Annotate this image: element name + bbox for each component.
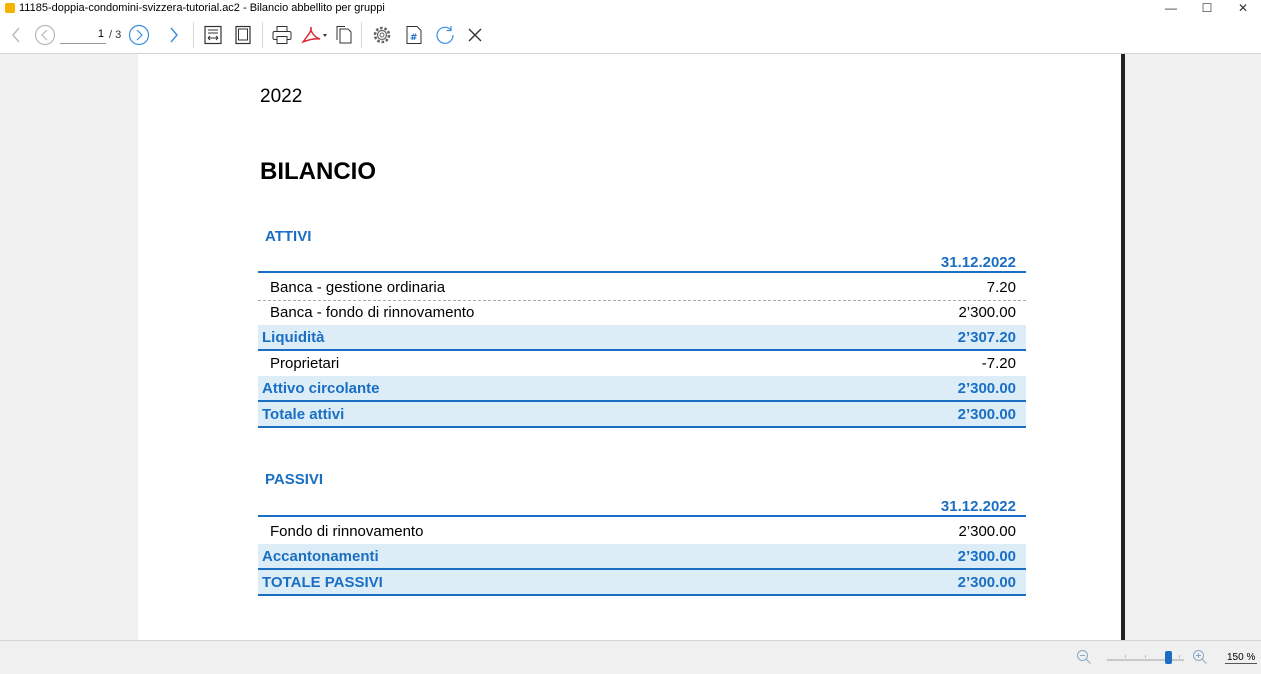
zoom-slider-track[interactable]	[1107, 655, 1184, 661]
title-bar: 11185-doppia-condomini-svizzera-tutorial…	[0, 0, 1261, 16]
row-label: TOTALE PASSIVI	[262, 573, 383, 591]
table-row: Proprietari -7.20	[258, 351, 1026, 377]
row-value: 2’300.00	[957, 405, 1016, 423]
svg-text:#: #	[410, 33, 418, 43]
report-page: 2022 BILANCIO ATTIVI 31.12.2022 Banca - …	[138, 54, 1121, 640]
grand-total-row: Totale attivi 2’300.00	[258, 402, 1026, 428]
close-window-button[interactable]: ✕	[1225, 0, 1261, 16]
table-row: Fondo di rinnovamento 2’300.00	[258, 519, 1026, 545]
toolbar-separator	[361, 21, 363, 48]
refresh-icon[interactable]	[430, 20, 460, 50]
document-viewer[interactable]: 2022 BILANCIO ATTIVI 31.12.2022 Banca - …	[0, 54, 1261, 640]
zoom-tick	[1179, 655, 1180, 658]
forward-icon[interactable]	[159, 20, 189, 50]
app-icon	[5, 3, 15, 13]
toolbar: / 3 #	[0, 16, 1261, 54]
passivi-date-header: 31.12.2022	[258, 497, 1026, 517]
page-number-input[interactable]	[60, 25, 106, 44]
row-value: 2’300.00	[958, 523, 1016, 540]
row-value: -7.20	[981, 355, 1016, 372]
toolbar-separator	[193, 21, 195, 48]
attivi-date-header: 31.12.2022	[258, 253, 1026, 273]
minimize-button[interactable]: —	[1153, 0, 1189, 16]
row-value: 2’300.00	[957, 573, 1016, 591]
zoom-slider-thumb[interactable]	[1165, 651, 1172, 664]
page-number-icon[interactable]: #	[398, 20, 430, 50]
window-title: 11185-doppia-condomini-svizzera-tutorial…	[19, 2, 385, 14]
group-total-row: Liquidità 2’307.20	[258, 325, 1026, 351]
table-row: Banca - gestione ordinaria 7.20	[258, 275, 1026, 301]
row-value: 2’300.00	[957, 379, 1016, 397]
row-value: 2’300.00	[957, 547, 1016, 565]
table-row: Banca - fondo di rinnovamento 2’300.00	[258, 300, 1026, 326]
window-controls: — ☐ ✕	[1153, 0, 1261, 16]
row-label: Accantonamenti	[262, 547, 379, 565]
report-year: 2022	[260, 86, 303, 107]
row-value: 2’300.00	[958, 304, 1016, 321]
back-icon[interactable]	[2, 20, 30, 50]
passivi-heading: PASSIVI	[265, 471, 324, 488]
zoom-in-icon[interactable]	[1192, 649, 1208, 668]
page-total: / 3	[109, 28, 122, 41]
attivi-heading: ATTIVI	[265, 228, 312, 245]
print-icon[interactable]	[267, 20, 297, 50]
row-value: 2’307.20	[957, 328, 1016, 346]
grand-total-row: TOTALE PASSIVI 2’300.00	[258, 570, 1026, 596]
group-total-row: Attivo circolante 2’300.00	[258, 376, 1026, 402]
pdf-export-icon[interactable]	[297, 20, 331, 50]
close-icon[interactable]	[460, 20, 490, 50]
row-label: Proprietari	[270, 355, 340, 372]
zoom-level-field[interactable]: 150 %	[1225, 652, 1258, 664]
row-label: Totale attivi	[262, 405, 345, 423]
row-label: Attivo circolante	[262, 379, 380, 397]
zoom-tick	[1145, 655, 1146, 658]
fit-page-icon[interactable]	[228, 20, 258, 50]
toolbar-separator	[262, 21, 264, 48]
zoom-out-icon[interactable]	[1076, 649, 1092, 668]
next-page-icon[interactable]	[125, 20, 153, 50]
row-label: Banca - fondo di rinnovamento	[270, 304, 475, 321]
previous-page-icon[interactable]	[30, 20, 60, 50]
zoom-tick	[1125, 655, 1126, 658]
settings-icon[interactable]	[366, 20, 398, 50]
copy-icon[interactable]	[331, 20, 357, 50]
row-label: Liquidità	[262, 328, 325, 346]
report-title: BILANCIO	[260, 158, 376, 185]
group-total-row: Accantonamenti 2’300.00	[258, 544, 1026, 570]
row-label: Banca - gestione ordinaria	[270, 279, 446, 296]
row-value: 7.20	[986, 279, 1016, 296]
page-shadow	[1121, 54, 1125, 640]
status-bar: 150 %	[0, 640, 1261, 674]
row-label: Fondo di rinnovamento	[270, 523, 424, 540]
maximize-button[interactable]: ☐	[1189, 0, 1225, 16]
fit-width-icon[interactable]	[198, 20, 228, 50]
